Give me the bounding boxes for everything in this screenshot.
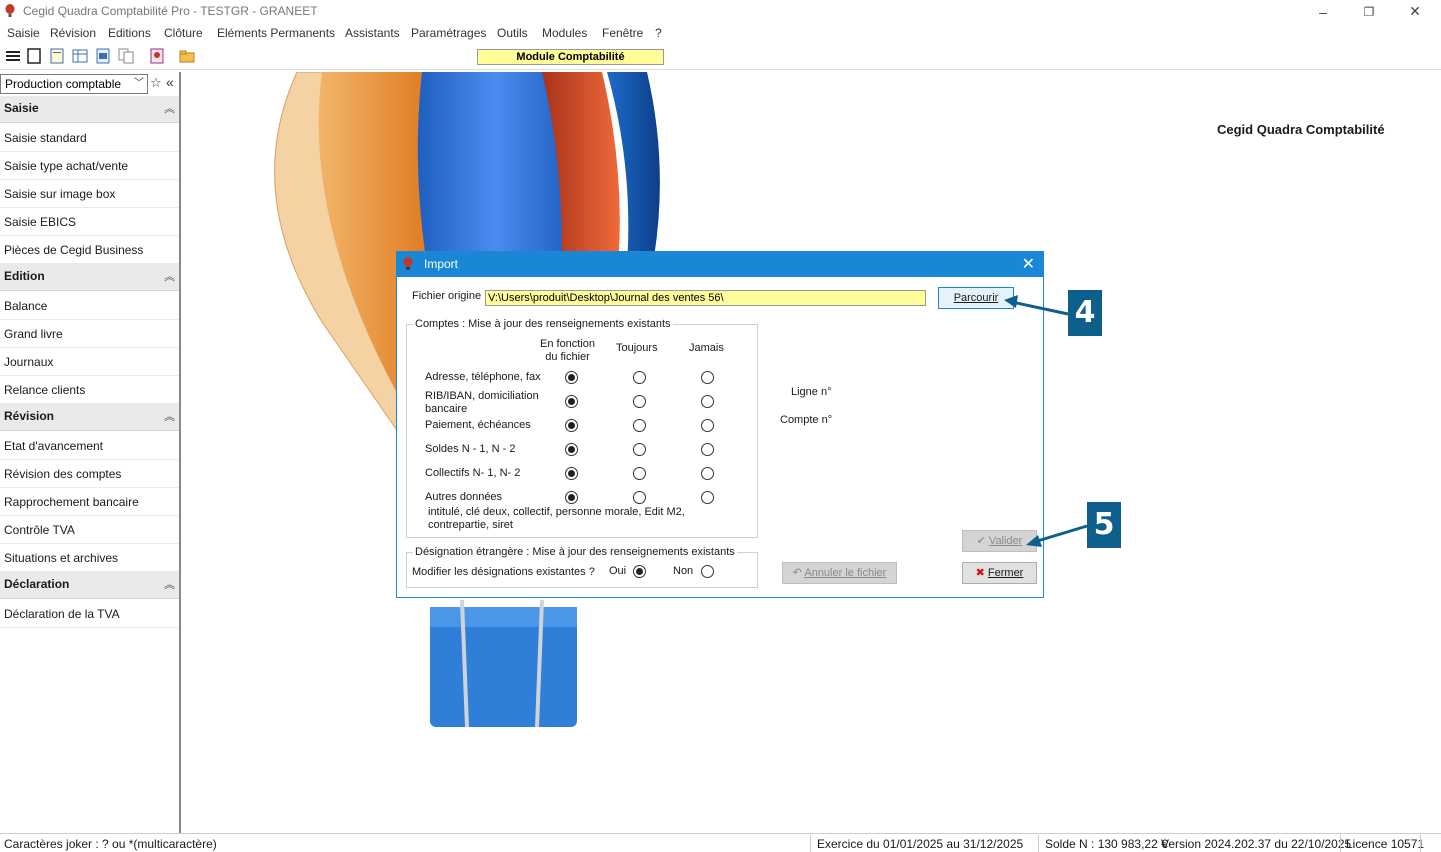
status-separator	[1038, 835, 1039, 852]
callout-arrows	[1004, 295, 1088, 547]
status-exercice: Exercice du 01/01/2025 au 31/12/2025	[817, 837, 1024, 851]
status-version: Version 2024.202.37 du 22/10/2025	[1161, 837, 1352, 851]
status-separator	[810, 835, 811, 852]
status-licence: Licence 10571	[1346, 837, 1425, 851]
status-bar: Caractères joker : ? ou *(multicaractère…	[0, 833, 1441, 852]
status-solde: Solde N : 130 983,22 €	[1045, 837, 1168, 851]
status-joker: Caractères joker : ? ou *(multicaractère…	[4, 837, 217, 851]
status-separator	[1340, 835, 1341, 852]
callout-5: 5	[1087, 502, 1121, 548]
callout-4: 4	[1068, 290, 1102, 336]
status-separator	[1420, 835, 1421, 852]
